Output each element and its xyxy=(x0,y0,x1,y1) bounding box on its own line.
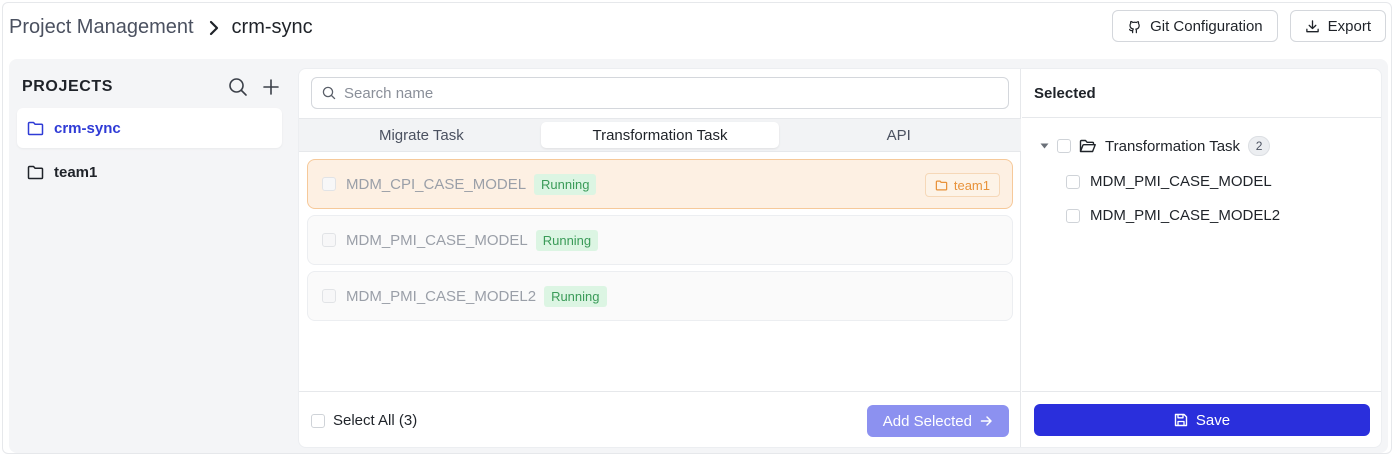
status-badge: Running xyxy=(535,229,599,251)
sidebar-item-label: team1 xyxy=(54,163,98,181)
breadcrumb-root[interactable]: Project Management xyxy=(9,16,194,39)
header-actions: Git Configuration Export xyxy=(1112,10,1386,42)
github-icon xyxy=(1127,19,1142,34)
task-list: MDM_CPI_CASE_MODEL Running team1 MDM_PMI… xyxy=(307,159,1013,327)
page: Project Management crm-sync Git Configur… xyxy=(2,2,1392,454)
select-all-label[interactable]: Select All (3) xyxy=(333,412,417,429)
search-input[interactable] xyxy=(344,84,984,102)
folder-icon xyxy=(935,179,948,191)
task-name: MDM_PMI_CASE_MODEL xyxy=(346,231,528,249)
selected-title: Selected xyxy=(1022,69,1381,118)
add-selected-button[interactable]: Add Selected xyxy=(866,405,1009,437)
selected-item-label: MDM_PMI_CASE_MODEL xyxy=(1090,173,1272,190)
task-name: MDM_PMI_CASE_MODEL2 xyxy=(346,287,537,305)
save-button[interactable]: Save xyxy=(1034,404,1370,436)
sidebar-title: PROJECTS xyxy=(22,78,114,95)
group-checkbox[interactable] xyxy=(1057,139,1071,153)
selected-item-checkbox[interactable] xyxy=(1066,208,1080,223)
search-icon[interactable] xyxy=(228,77,248,97)
tab-transformation-task[interactable]: Transformation Task xyxy=(540,122,780,148)
git-configuration-label: Git Configuration xyxy=(1150,17,1263,35)
sidebar-tools xyxy=(228,77,280,97)
sidebar-item-team1[interactable]: team1 xyxy=(17,152,282,192)
export-button[interactable]: Export xyxy=(1289,10,1386,42)
selected-footer: Save xyxy=(1022,391,1381,447)
task-list-pane: Migrate Task Transformation Task API MDM… xyxy=(299,69,1021,447)
select-all-checkbox[interactable] xyxy=(311,413,325,428)
sidebar-item-label: crm-sync xyxy=(54,119,121,137)
task-checkbox[interactable] xyxy=(322,289,336,303)
git-configuration-button[interactable]: Git Configuration xyxy=(1112,10,1278,42)
task-row[interactable]: MDM_PMI_CASE_MODEL Running xyxy=(307,215,1013,265)
search-icon xyxy=(322,86,336,100)
plus-icon[interactable] xyxy=(262,78,280,96)
save-label: Save xyxy=(1195,411,1231,429)
add-selected-label: Add Selected xyxy=(882,412,972,430)
task-list-footer: Select All (3) Add Selected xyxy=(299,391,1021,447)
count-badge: 2 xyxy=(1248,136,1271,156)
save-icon xyxy=(1174,413,1188,427)
breadcrumb-current: crm-sync xyxy=(231,16,313,38)
task-checkbox[interactable] xyxy=(322,233,336,247)
task-type-tabs: Migrate Task Transformation Task API xyxy=(299,118,1021,152)
header: Project Management crm-sync Git Configur… xyxy=(3,3,1391,55)
project-tag: team1 xyxy=(924,173,1000,197)
status-badge: Running xyxy=(534,173,597,195)
selected-pane: Selected Transformation Task 2 MDM_PMI_C… xyxy=(1022,69,1381,447)
task-row[interactable]: MDM_PMI_CASE_MODEL2 Running xyxy=(307,271,1013,321)
projects-sidebar: PROJECTS crm-sync team1 xyxy=(9,59,291,453)
folder-icon xyxy=(27,121,44,136)
task-checkbox[interactable] xyxy=(322,177,336,191)
sidebar-header: PROJECTS xyxy=(22,75,280,99)
export-label: Export xyxy=(1327,17,1371,35)
chevron-right-icon xyxy=(208,20,220,36)
download-icon xyxy=(1305,19,1320,34)
selected-item-checkbox[interactable] xyxy=(1066,174,1080,189)
folder-icon xyxy=(27,165,44,180)
tab-migrate-task[interactable]: Migrate Task xyxy=(302,122,541,148)
search-box xyxy=(311,77,1009,109)
tree-group-transformation-task[interactable]: Transformation Task 2 xyxy=(1040,136,1271,156)
tab-api[interactable]: API xyxy=(779,122,1018,148)
caret-down-icon[interactable] xyxy=(1040,143,1049,149)
selected-item[interactable]: MDM_PMI_CASE_MODEL2 xyxy=(1066,207,1280,224)
breadcrumb: Project Management crm-sync xyxy=(9,16,313,39)
tree-group-label: Transformation Task xyxy=(1105,137,1241,155)
task-row[interactable]: MDM_CPI_CASE_MODEL Running team1 xyxy=(307,159,1013,209)
arrow-right-icon xyxy=(980,415,993,427)
folder-open-icon xyxy=(1079,139,1097,154)
workspace: PROJECTS crm-sync team1 Search name Migr… xyxy=(9,59,1388,453)
selected-item-label: MDM_PMI_CASE_MODEL2 xyxy=(1090,207,1281,224)
status-badge: Running xyxy=(544,285,607,307)
sidebar-item-crm-sync[interactable]: crm-sync xyxy=(17,108,282,148)
task-name: MDM_CPI_CASE_MODEL xyxy=(346,175,527,193)
project-tag-label: team1 xyxy=(953,177,990,193)
selected-item[interactable]: MDM_PMI_CASE_MODEL xyxy=(1066,173,1272,190)
task-selection-panel: Migrate Task Transformation Task API MDM… xyxy=(298,68,1382,448)
